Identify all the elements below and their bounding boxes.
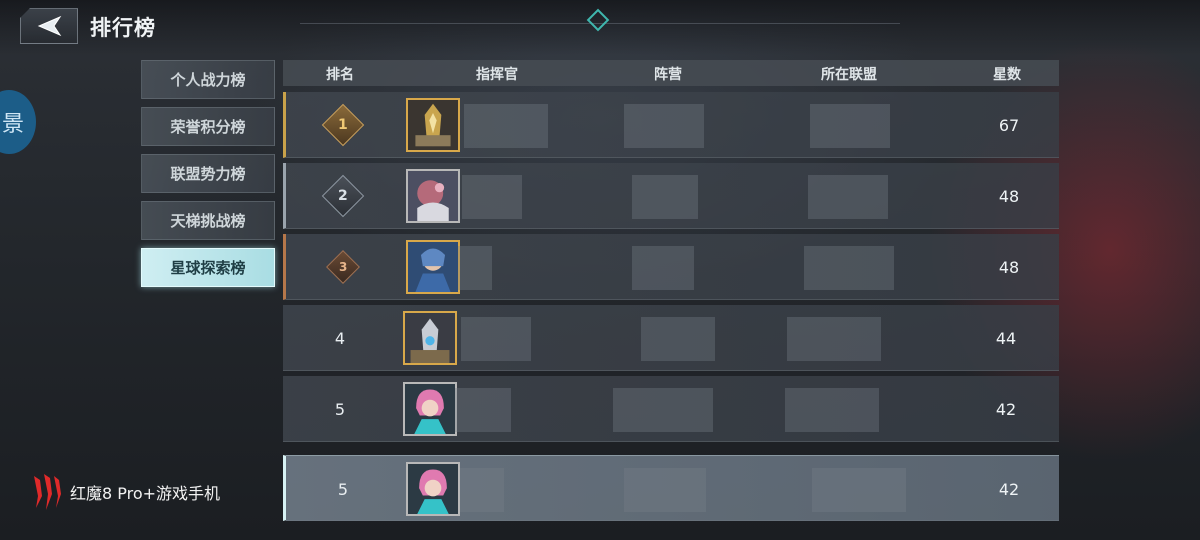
pink-hair-commander-portrait-icon — [408, 464, 458, 514]
commander-avatar[interactable] — [406, 98, 460, 152]
warrior-commander-portrait-icon — [408, 242, 458, 292]
alliance-redacted — [810, 104, 890, 148]
device-watermark: 红魔8 Pro+游戏手机 — [30, 472, 220, 512]
rank-badge-bronze-icon: 3 — [326, 250, 360, 284]
alliance-redacted — [785, 388, 879, 432]
redmagic-logo-icon — [34, 474, 61, 510]
table-row[interactable]: 3 48 — [283, 234, 1059, 300]
table-row[interactable]: 1 67 — [283, 92, 1059, 158]
my-avatar[interactable] — [406, 462, 460, 516]
rank-cell: 4 — [334, 328, 346, 348]
table-row[interactable]: 4 44 — [283, 305, 1059, 371]
leaderboard-tabs: 个人战力榜 荣誉积分榜 联盟势力榜 天梯挑战榜 星球探索榜 — [141, 60, 277, 295]
back-button[interactable] — [20, 8, 78, 44]
mech-commander-portrait-icon — [405, 313, 455, 363]
table-row[interactable]: 5 42 — [283, 376, 1059, 442]
stars-value: 44 — [995, 328, 1017, 348]
rank-badge-gold-icon: 1 — [321, 103, 365, 147]
side-menu-glyph: 景 — [1, 112, 24, 137]
stars-value: 48 — [998, 257, 1020, 277]
commander-avatar[interactable] — [406, 240, 460, 294]
tab-personal-power[interactable]: 个人战力榜 — [141, 60, 275, 99]
side-menu-button[interactable]: 景 — [0, 90, 36, 154]
rank-cell: 3 — [326, 234, 360, 300]
column-header-faction: 阵营 — [654, 67, 682, 83]
page-title: 排行榜 — [90, 16, 156, 40]
back-arrow-icon — [37, 15, 62, 37]
alliance-redacted — [812, 468, 906, 512]
tab-ladder-challenge[interactable]: 天梯挑战榜 — [141, 201, 275, 240]
faction-redacted — [632, 175, 698, 219]
top-bar — [0, 0, 1200, 55]
stars-value: 42 — [998, 479, 1020, 499]
stars-value: 48 — [998, 186, 1020, 206]
tab-alliance-power[interactable]: 联盟势力榜 — [141, 154, 275, 193]
stars-value: 42 — [995, 399, 1017, 419]
top-decoration — [300, 6, 900, 24]
column-header-rank: 排名 — [326, 67, 354, 83]
rank-cell: 1 — [321, 92, 365, 158]
faction-redacted — [632, 246, 694, 290]
commander-name-redacted — [461, 317, 531, 361]
commander-name-redacted — [455, 388, 511, 432]
faction-redacted — [641, 317, 715, 361]
tab-honor-points[interactable]: 荣誉积分榜 — [141, 107, 275, 146]
rank-cell: 2 — [321, 163, 365, 229]
stars-value: 67 — [998, 115, 1020, 135]
faction-redacted — [613, 388, 713, 432]
table-row[interactable]: 2 48 — [283, 163, 1059, 229]
watermark-text: 红魔8 Pro+游戏手机 — [70, 484, 221, 503]
rank-cell: 5 — [334, 399, 346, 419]
table-header: 排名 指挥官 阵营 所在联盟 星数 — [283, 60, 1059, 86]
leaderboard-table: 排名 指挥官 阵营 所在联盟 星数 1 67 2 48 3 48 4 44 5 … — [283, 60, 1059, 521]
alliance-redacted — [787, 317, 881, 361]
commander-name-redacted — [462, 175, 522, 219]
commander-name-redacted — [464, 104, 548, 148]
pink-hair-commander-portrait-icon — [405, 384, 455, 434]
tab-planet-exploration[interactable]: 星球探索榜 — [141, 248, 275, 287]
faction-redacted — [624, 468, 706, 512]
commander-name-redacted — [458, 246, 492, 290]
column-header-stars: 星数 — [993, 67, 1021, 83]
rank-cell: 5 — [337, 479, 349, 499]
column-header-commander: 指挥官 — [476, 67, 518, 83]
faction-redacted — [624, 104, 704, 148]
alliance-redacted — [808, 175, 888, 219]
column-header-alliance: 所在联盟 — [821, 67, 877, 83]
rank-badge-silver-icon: 2 — [321, 174, 365, 218]
commander-avatar[interactable] — [403, 311, 457, 365]
beast-commander-portrait-icon — [408, 171, 458, 221]
commander-name-redacted — [460, 468, 504, 512]
commander-avatar[interactable] — [406, 169, 460, 223]
armored-commander-portrait-icon — [408, 100, 458, 150]
alliance-redacted — [804, 246, 894, 290]
my-rank-row[interactable]: 5 42 — [283, 455, 1059, 521]
commander-avatar[interactable] — [403, 382, 457, 436]
